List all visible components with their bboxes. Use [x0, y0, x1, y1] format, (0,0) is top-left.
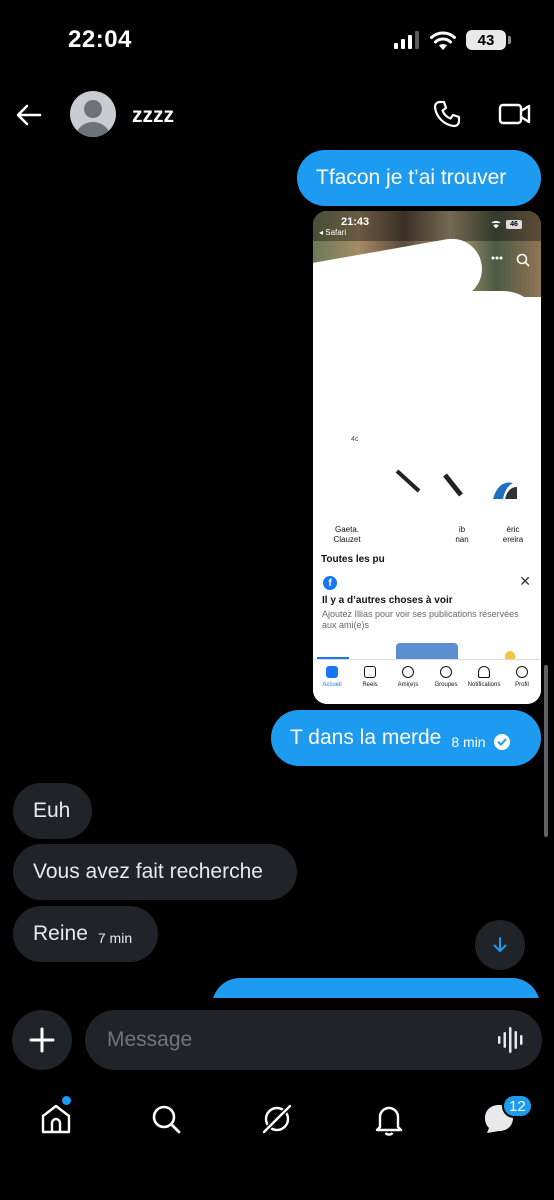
back-arrow-icon[interactable]	[14, 100, 44, 130]
incoming-message[interactable]: Vous avez fait recherche	[13, 844, 297, 900]
message-text: Vous avez fait recherche	[33, 860, 263, 883]
outgoing-message[interactable]: Tfacon je t’ai trouver	[297, 150, 541, 206]
scroll-to-bottom-button[interactable]	[475, 920, 525, 970]
arrow-down-icon	[493, 937, 507, 952]
status-bar: 22:04 43	[0, 0, 554, 80]
message-timestamp: 7 min	[97, 930, 133, 946]
home-icon	[41, 1104, 71, 1134]
incoming-message[interactable]: Reine 7 min	[13, 906, 158, 962]
screenshot-nav-home: Accueil	[313, 660, 351, 704]
outgoing-message[interactable]: T dans la merde 8 min	[271, 710, 541, 766]
scrollbar[interactable]	[544, 665, 548, 837]
screenshot-battery: 46	[506, 220, 522, 229]
screenshot-search-icon	[516, 253, 530, 267]
friend-name: Gaeta. Clauzet	[333, 525, 361, 544]
video-call-icon[interactable]	[498, 99, 532, 129]
incoming-message[interactable]: Euh	[13, 783, 92, 839]
plus-icon	[29, 1027, 55, 1053]
message-composer	[0, 998, 554, 1080]
screenshot-wifi-icon	[491, 221, 501, 228]
screenshot-nav-groups: Groupes	[427, 660, 465, 704]
nav-search[interactable]	[146, 1099, 186, 1139]
home-icon	[326, 666, 338, 678]
screenshot-nav-friends: Ami(e)s	[389, 660, 427, 704]
notice-body: Ajoutez Illias pour voir ses publication…	[322, 609, 519, 630]
phone-call-icon[interactable]	[432, 99, 462, 129]
screenshot-nav-notifications: Notifications	[465, 660, 503, 704]
bell-icon	[478, 666, 490, 678]
friend-name: ib nan	[455, 525, 469, 544]
avatar[interactable]	[70, 91, 116, 137]
image-message[interactable]: 21:43 ◂ Safari 46 4c Gaeta. Clauzet ib n…	[313, 211, 541, 704]
read-receipt-icon	[493, 733, 510, 750]
reels-icon	[364, 666, 376, 678]
message-text: Euh	[33, 799, 71, 822]
facebook-logo-icon: f	[323, 576, 337, 590]
status-icons: 43	[394, 30, 511, 50]
contact-name[interactable]: zzzz	[132, 104, 174, 128]
screenshot-section-title: Toutes les pu	[321, 554, 385, 565]
message-text: Tfacon je t’ai trouver	[316, 166, 507, 189]
groups-icon	[440, 666, 452, 678]
thumbnail-emoji-fragment	[505, 651, 515, 659]
nav-home[interactable]	[36, 1099, 76, 1139]
status-time: 22:04	[68, 26, 132, 53]
bell-icon	[375, 1106, 403, 1136]
message-input[interactable]	[85, 1010, 542, 1070]
friend-photo-fragment	[443, 473, 463, 497]
battery-indicator: 43	[466, 30, 511, 50]
screenshot-nav-bar: Accueil Reels Ami(e)s Groupes Notificati…	[313, 659, 541, 704]
friend-photo-fragment	[395, 469, 421, 493]
friend-name: éric ereira	[502, 525, 524, 544]
message-text: Reine	[33, 922, 88, 945]
nav-notifications[interactable]	[369, 1099, 409, 1139]
profile-icon	[516, 666, 528, 678]
screenshot-browser-label: ◂ Safari	[319, 228, 347, 237]
friend-photo-fragment	[493, 482, 517, 499]
wifi-icon	[430, 31, 456, 50]
search-icon	[152, 1105, 181, 1134]
messages-badge: 12	[502, 1094, 533, 1118]
add-attachment-button[interactable]	[12, 1010, 72, 1070]
conversation-header: zzzz	[0, 86, 554, 144]
message-timestamp: 8 min	[451, 734, 486, 750]
default-avatar-icon	[76, 100, 110, 137]
screenshot-more-icon	[491, 256, 503, 260]
bottom-navigation	[0, 1085, 554, 1200]
redaction-residue: 4c	[351, 436, 359, 443]
screenshot-nav-profile: Profil	[503, 660, 541, 704]
screenshot-time: 21:43	[341, 216, 370, 228]
voice-message-icon[interactable]	[496, 1026, 526, 1054]
friends-icon	[402, 666, 414, 678]
nav-grok[interactable]	[257, 1099, 297, 1139]
friends-row: Gaeta. Clauzet ib nan éric ereira	[313, 469, 541, 553]
close-icon: ✕	[519, 573, 531, 589]
message-text: T dans la merde	[290, 726, 442, 749]
grok-icon	[261, 1103, 293, 1135]
cellular-signal-icon	[394, 31, 419, 49]
screenshot-nav-reels: Reels	[351, 660, 389, 704]
home-unread-dot	[62, 1096, 71, 1105]
notice-title: Il y a d’autres choses à voir	[322, 595, 453, 606]
